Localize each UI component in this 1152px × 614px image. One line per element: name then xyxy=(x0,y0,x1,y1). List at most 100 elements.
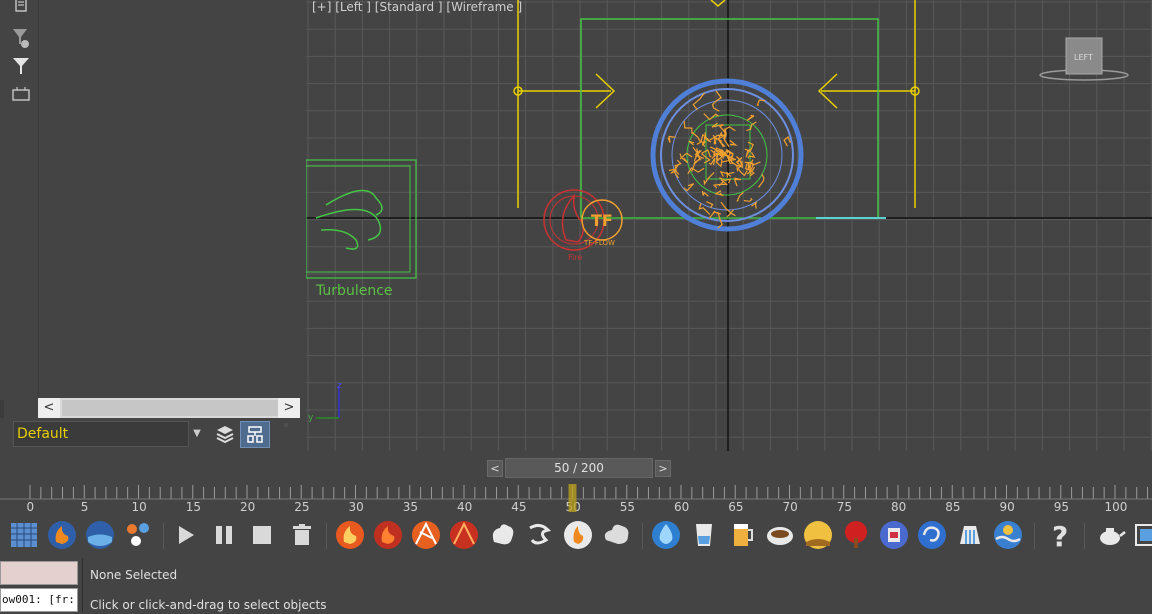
left-viewport[interactable]: Fire TF TF-FLOW z y LEFT xyxy=(306,0,1152,451)
time-next-button[interactable]: > xyxy=(655,460,671,477)
toolbar-separator xyxy=(326,523,327,549)
fire-source-icon[interactable] xyxy=(372,518,404,552)
frame-tick-label: 100 xyxy=(1105,500,1128,514)
maxscript-listener-mini[interactable] xyxy=(0,561,78,585)
svg-text:y: y xyxy=(308,413,314,423)
trash-icon[interactable] xyxy=(286,518,318,552)
turbulence-gizmo[interactable] xyxy=(306,159,417,279)
toolbar-separator xyxy=(1084,523,1085,549)
toolbar-separator xyxy=(163,523,164,549)
filter-options-icon[interactable] xyxy=(10,26,32,48)
explosion-icon[interactable] xyxy=(410,518,442,552)
explosion-alt-icon[interactable] xyxy=(448,518,480,552)
frame-tick-label: 45 xyxy=(511,500,526,514)
frame-tick-label: 90 xyxy=(1000,500,1015,514)
fire-label: Fire xyxy=(568,253,582,262)
fire-icon[interactable] xyxy=(46,518,78,552)
scene-explorer-panel[interactable] xyxy=(38,0,304,398)
frame-tick-label: 75 xyxy=(837,500,852,514)
frame-ruler[interactable]: 0510152025303540455055606570758085909510… xyxy=(0,483,1152,515)
frame-tick-label: 60 xyxy=(674,500,689,514)
frame-tick-label: 55 xyxy=(620,500,635,514)
app-window: < > Default ▼ » Fire TF TF-FLOW z y LEFT… xyxy=(0,0,1152,614)
ocean-icon[interactable] xyxy=(992,518,1024,552)
candle-icon[interactable] xyxy=(562,518,594,552)
toolbar-separator xyxy=(1034,523,1035,549)
frame-tick-label: 80 xyxy=(891,500,906,514)
svg-text:?: ? xyxy=(1052,520,1068,552)
water-icon[interactable] xyxy=(84,518,116,552)
collapse-chevron-icon[interactable]: » xyxy=(283,420,289,431)
glass-icon[interactable] xyxy=(688,518,720,552)
time-prev-button[interactable]: < xyxy=(487,460,503,477)
smoke-trail-icon[interactable] xyxy=(524,518,556,552)
frame-tick-label: 30 xyxy=(349,500,364,514)
sand-icon[interactable] xyxy=(802,518,834,552)
vortex-icon[interactable] xyxy=(916,518,948,552)
time-slider-bar: < 50 / 200 > xyxy=(306,451,1152,483)
viewport-grid xyxy=(306,0,1152,451)
filter-icon[interactable] xyxy=(10,56,32,76)
frame-tick-label: 5 xyxy=(81,500,89,514)
stop-icon[interactable] xyxy=(246,518,278,552)
frame-tick-label: 15 xyxy=(186,500,201,514)
beer-icon[interactable] xyxy=(726,518,758,552)
time-slider[interactable]: 50 / 200 xyxy=(505,458,653,478)
selection-status: None Selected xyxy=(90,568,178,582)
cloud-icon[interactable] xyxy=(600,518,632,552)
frame-tick-label: 85 xyxy=(945,500,960,514)
frame-tick-label: 40 xyxy=(457,500,472,514)
layers-icon[interactable] xyxy=(212,422,238,446)
render-frame-icon[interactable] xyxy=(1132,518,1152,552)
frame-tick-label: 0 xyxy=(27,500,35,514)
tree-icon[interactable] xyxy=(840,518,872,552)
frame-ruler-canvas[interactable]: 0510152025303540455055606570758085909510… xyxy=(0,483,1152,515)
left-toolbar xyxy=(0,0,38,400)
help-icon[interactable]: ? xyxy=(1044,518,1076,553)
turbulence-label: Turbulence xyxy=(316,283,393,299)
status-bar: ow001: [fr: None Selected Click or click… xyxy=(0,555,1152,614)
tyflow-toolbar: ? xyxy=(0,515,1152,555)
status-divider xyxy=(82,558,83,612)
chevron-down-icon[interactable]: ▼ xyxy=(190,421,204,447)
frame-tick-label: 35 xyxy=(403,500,418,514)
document-icon[interactable] xyxy=(10,0,32,16)
hierarchy-icon[interactable] xyxy=(10,84,32,104)
svg-text:z: z xyxy=(337,381,342,391)
scroll-thumb[interactable] xyxy=(62,400,282,416)
grid-icon[interactable] xyxy=(8,518,40,552)
pause-icon[interactable] xyxy=(208,518,240,552)
layer-dropdown[interactable]: Default xyxy=(13,421,189,447)
frame-tick-label: 10 xyxy=(132,500,147,514)
viewport-canvas[interactable]: Fire TF TF-FLOW z y LEFT xyxy=(306,0,1152,451)
teapot-icon[interactable] xyxy=(1094,518,1126,552)
scene-explorer-toggle-button[interactable] xyxy=(240,421,270,448)
tflow-logo: TF xyxy=(591,211,613,230)
scroll-right-button[interactable]: > xyxy=(278,398,300,418)
maxscript-input[interactable]: ow001: [fr: xyxy=(0,588,78,612)
smoke-icon[interactable] xyxy=(486,518,518,552)
axis-tripod: z y xyxy=(308,381,342,423)
box-icon[interactable] xyxy=(878,518,910,552)
flame-preset-icon[interactable] xyxy=(334,518,366,552)
waterfall-icon[interactable] xyxy=(954,518,986,552)
coffee-icon[interactable] xyxy=(764,518,796,552)
viewcube[interactable]: LEFT xyxy=(1039,37,1129,81)
layer-row: Default ▼ » xyxy=(0,418,304,450)
frame-tick-label: 20 xyxy=(240,500,255,514)
particles-icon[interactable] xyxy=(122,518,154,552)
tflow-label: TF-FLOW xyxy=(583,239,615,247)
prompt-line: Click or click-and-drag to select object… xyxy=(90,598,327,612)
viewport-label[interactable]: [+] [Left ] [Standard ] [Wireframe ] xyxy=(312,0,522,14)
liquid-icon[interactable] xyxy=(650,518,682,552)
frame-tick-label: 70 xyxy=(783,500,798,514)
tflow-gizmo[interactable]: TF TF-FLOW xyxy=(581,199,623,247)
frame-tick-label: 95 xyxy=(1054,500,1069,514)
scroll-left-button[interactable]: < xyxy=(38,398,60,418)
sphere-emitter[interactable] xyxy=(650,78,804,232)
play-icon[interactable] xyxy=(170,518,202,552)
horizontal-scrollbar[interactable]: < > xyxy=(38,398,300,418)
frame-tick-label: 25 xyxy=(294,500,309,514)
current-frame-marker[interactable] xyxy=(568,484,577,512)
container-box[interactable] xyxy=(580,18,879,219)
